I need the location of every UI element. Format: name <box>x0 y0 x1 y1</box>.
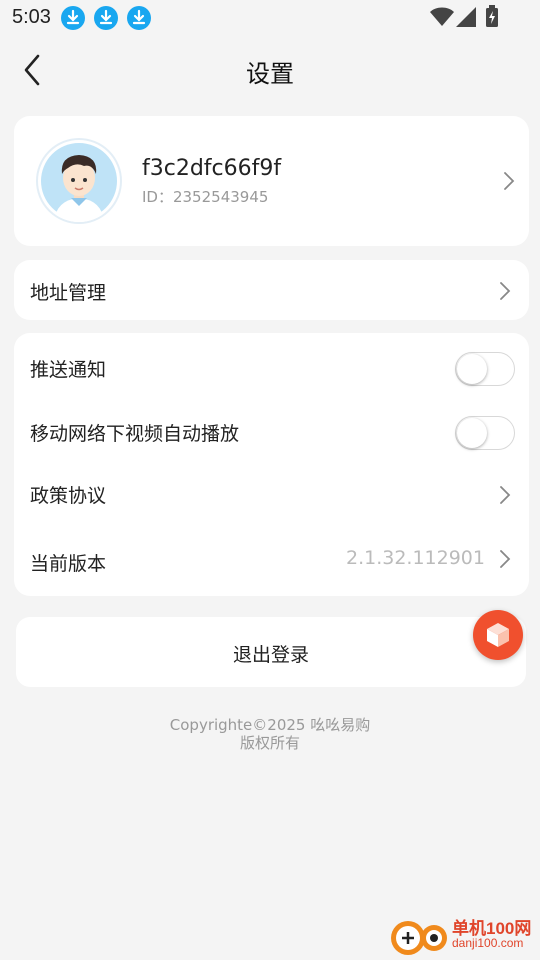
page-title: 设置 <box>246 60 294 88</box>
watermark-logo-icon <box>391 921 447 955</box>
settings-card: 推送通知 移动网络下视频自动播放 政策协议 当前版本 2.1.32.112901 <box>14 333 529 596</box>
download-icon <box>94 6 118 30</box>
user-avatar-icon <box>41 143 117 222</box>
chevron-right-icon <box>502 171 516 191</box>
address-management-row[interactable]: 地址管理 <box>14 260 529 320</box>
version-label: 当前版本 <box>30 553 107 575</box>
copyright-line1: Copyrighte©2025 吆吆易购 <box>169 716 371 734</box>
toggle-knob <box>457 354 487 384</box>
floating-cube-button[interactable] <box>473 610 523 660</box>
wifi-icon <box>430 7 454 27</box>
policy-row[interactable]: 政策协议 <box>14 463 529 527</box>
chevron-right-icon <box>498 281 512 301</box>
logout-label: 退出登录 <box>232 644 309 666</box>
chevron-right-icon <box>498 549 512 569</box>
chevron-right-icon <box>498 485 512 505</box>
battery-icon <box>485 5 499 27</box>
version-value: 2.1.32.112901 <box>345 547 485 569</box>
signal-icon <box>456 7 476 27</box>
status-bar: 5:03 <box>0 0 540 36</box>
address-management-label: 地址管理 <box>30 282 107 304</box>
cube-icon <box>487 623 509 647</box>
watermark-url: danji100.com <box>452 936 524 950</box>
autoplay-label: 移动网络下视频自动播放 <box>30 423 240 445</box>
copyright-line2: 版权所有 <box>239 734 300 752</box>
watermark: 单机100网 danji100.com <box>388 914 538 958</box>
profile-card[interactable]: f3c2dfc66f9f ID：2352543945 <box>14 116 529 246</box>
username: f3c2dfc66f9f <box>142 156 282 181</box>
toggle-knob <box>457 418 487 448</box>
status-time: 5:03 <box>12 6 51 28</box>
avatar <box>36 138 122 224</box>
push-notification-label: 推送通知 <box>30 359 107 381</box>
nav-bar: 设置 <box>0 40 540 100</box>
policy-label: 政策协议 <box>30 485 107 507</box>
logout-button[interactable]: 退出登录 <box>16 617 526 687</box>
user-id: ID：2352543945 <box>142 188 269 206</box>
autoplay-toggle[interactable] <box>455 416 515 450</box>
push-notification-toggle[interactable] <box>455 352 515 386</box>
copyright: Copyrighte©2025 吆吆易购 版权所有 <box>0 716 540 752</box>
download-icon <box>61 6 85 30</box>
download-icon <box>127 6 151 30</box>
